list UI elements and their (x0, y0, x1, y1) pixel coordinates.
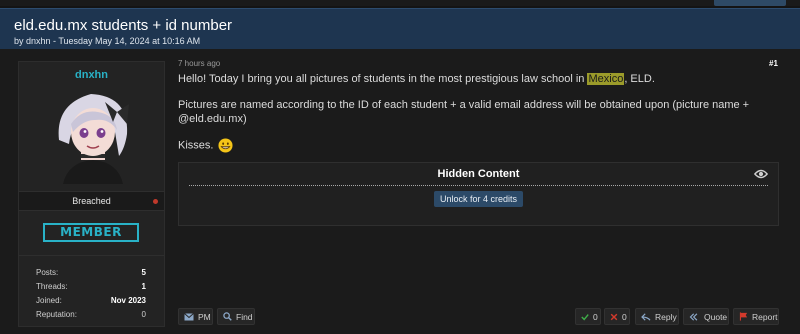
post-paragraph: Kisses. (178, 138, 778, 153)
reply-icon (641, 312, 651, 321)
user-panel: dnxhn Breached MEMBER Posts: 5 Threads: … (18, 61, 165, 327)
check-icon (581, 313, 589, 320)
mail-icon (184, 312, 194, 320)
upvote-count: 0 (593, 311, 598, 322)
stat-label: Threads: (36, 281, 68, 291)
stat-label: Reputation: (36, 309, 77, 319)
stat-value: 1 (141, 281, 146, 291)
unlock-button[interactable]: Unlock for 4 credits (434, 191, 523, 207)
stat-value: 5 (141, 267, 146, 277)
stat-row-threads: Threads: 1 (36, 279, 146, 293)
reply-button[interactable]: Reply (635, 308, 679, 325)
post-body: Hello! Today I bring you all pictures of… (178, 72, 778, 165)
downvote-button[interactable]: 0 (604, 308, 630, 325)
post-text: Hello! Today I bring you all pictures of… (178, 73, 588, 85)
username-link[interactable]: dnxhn (19, 69, 164, 81)
pm-label: PM (198, 311, 211, 322)
quote-button[interactable]: Quote (683, 308, 729, 325)
eye-icon[interactable] (754, 168, 768, 180)
quote-icon (689, 312, 698, 321)
user-status: Breached (72, 196, 111, 206)
post-time: 7 hours ago (178, 59, 221, 68)
post-text: , ELD. (624, 73, 655, 85)
find-label: Find (236, 311, 253, 322)
find-button[interactable]: Find (217, 308, 255, 325)
stat-value: 0 (141, 309, 146, 319)
member-badge: MEMBER (43, 223, 139, 242)
x-icon (610, 313, 618, 320)
status-dot (153, 199, 158, 204)
post-text: Kisses. (178, 139, 214, 152)
flag-icon (739, 312, 748, 321)
quote-label: Quote (704, 311, 728, 322)
top-strip (0, 0, 800, 6)
stat-value: Nov 2023 (110, 295, 146, 305)
status-row: Breached (19, 191, 164, 211)
thread-byline: by dnxhn - Tuesday May 14, 2024 at 10:16… (14, 36, 201, 46)
stat-row-reputation: Reputation: 0 (36, 307, 146, 321)
report-label: Report (752, 311, 778, 322)
reply-label: Reply (655, 311, 677, 322)
hidden-content-title: Hidden Content (437, 168, 520, 180)
report-button[interactable]: Report (733, 308, 779, 325)
post-number-link[interactable]: #1 (769, 59, 778, 68)
stat-label: Posts: (36, 267, 59, 277)
stat-label: Joined: (36, 295, 62, 305)
post-paragraph: Hello! Today I bring you all pictures of… (178, 72, 778, 86)
thread-title: eld.edu.mx students + id number (14, 17, 233, 34)
stat-row-posts: Posts: 5 (36, 265, 146, 279)
upvote-button[interactable]: 0 (575, 308, 601, 325)
search-icon (223, 312, 232, 321)
pm-button[interactable]: PM (178, 308, 213, 325)
user-stats: Posts: 5 Threads: 1 Joined: Nov 2023 Rep… (36, 265, 146, 321)
panel-divider (19, 255, 164, 256)
dotted-divider (189, 185, 768, 186)
thread-header: eld.edu.mx students + id number by dnxhn… (0, 8, 800, 49)
downvote-count: 0 (622, 311, 627, 322)
top-action-button[interactable] (714, 0, 786, 6)
stat-row-joined: Joined: Nov 2023 (36, 293, 146, 307)
hidden-content-box: Hidden Content Unlock for 4 credits (178, 162, 779, 226)
post-paragraph: Pictures are named according to the ID o… (178, 99, 750, 125)
avatar[interactable] (43, 84, 143, 184)
highlighted-text: Mexico (587, 73, 625, 85)
grin-emoji-icon (218, 138, 233, 153)
